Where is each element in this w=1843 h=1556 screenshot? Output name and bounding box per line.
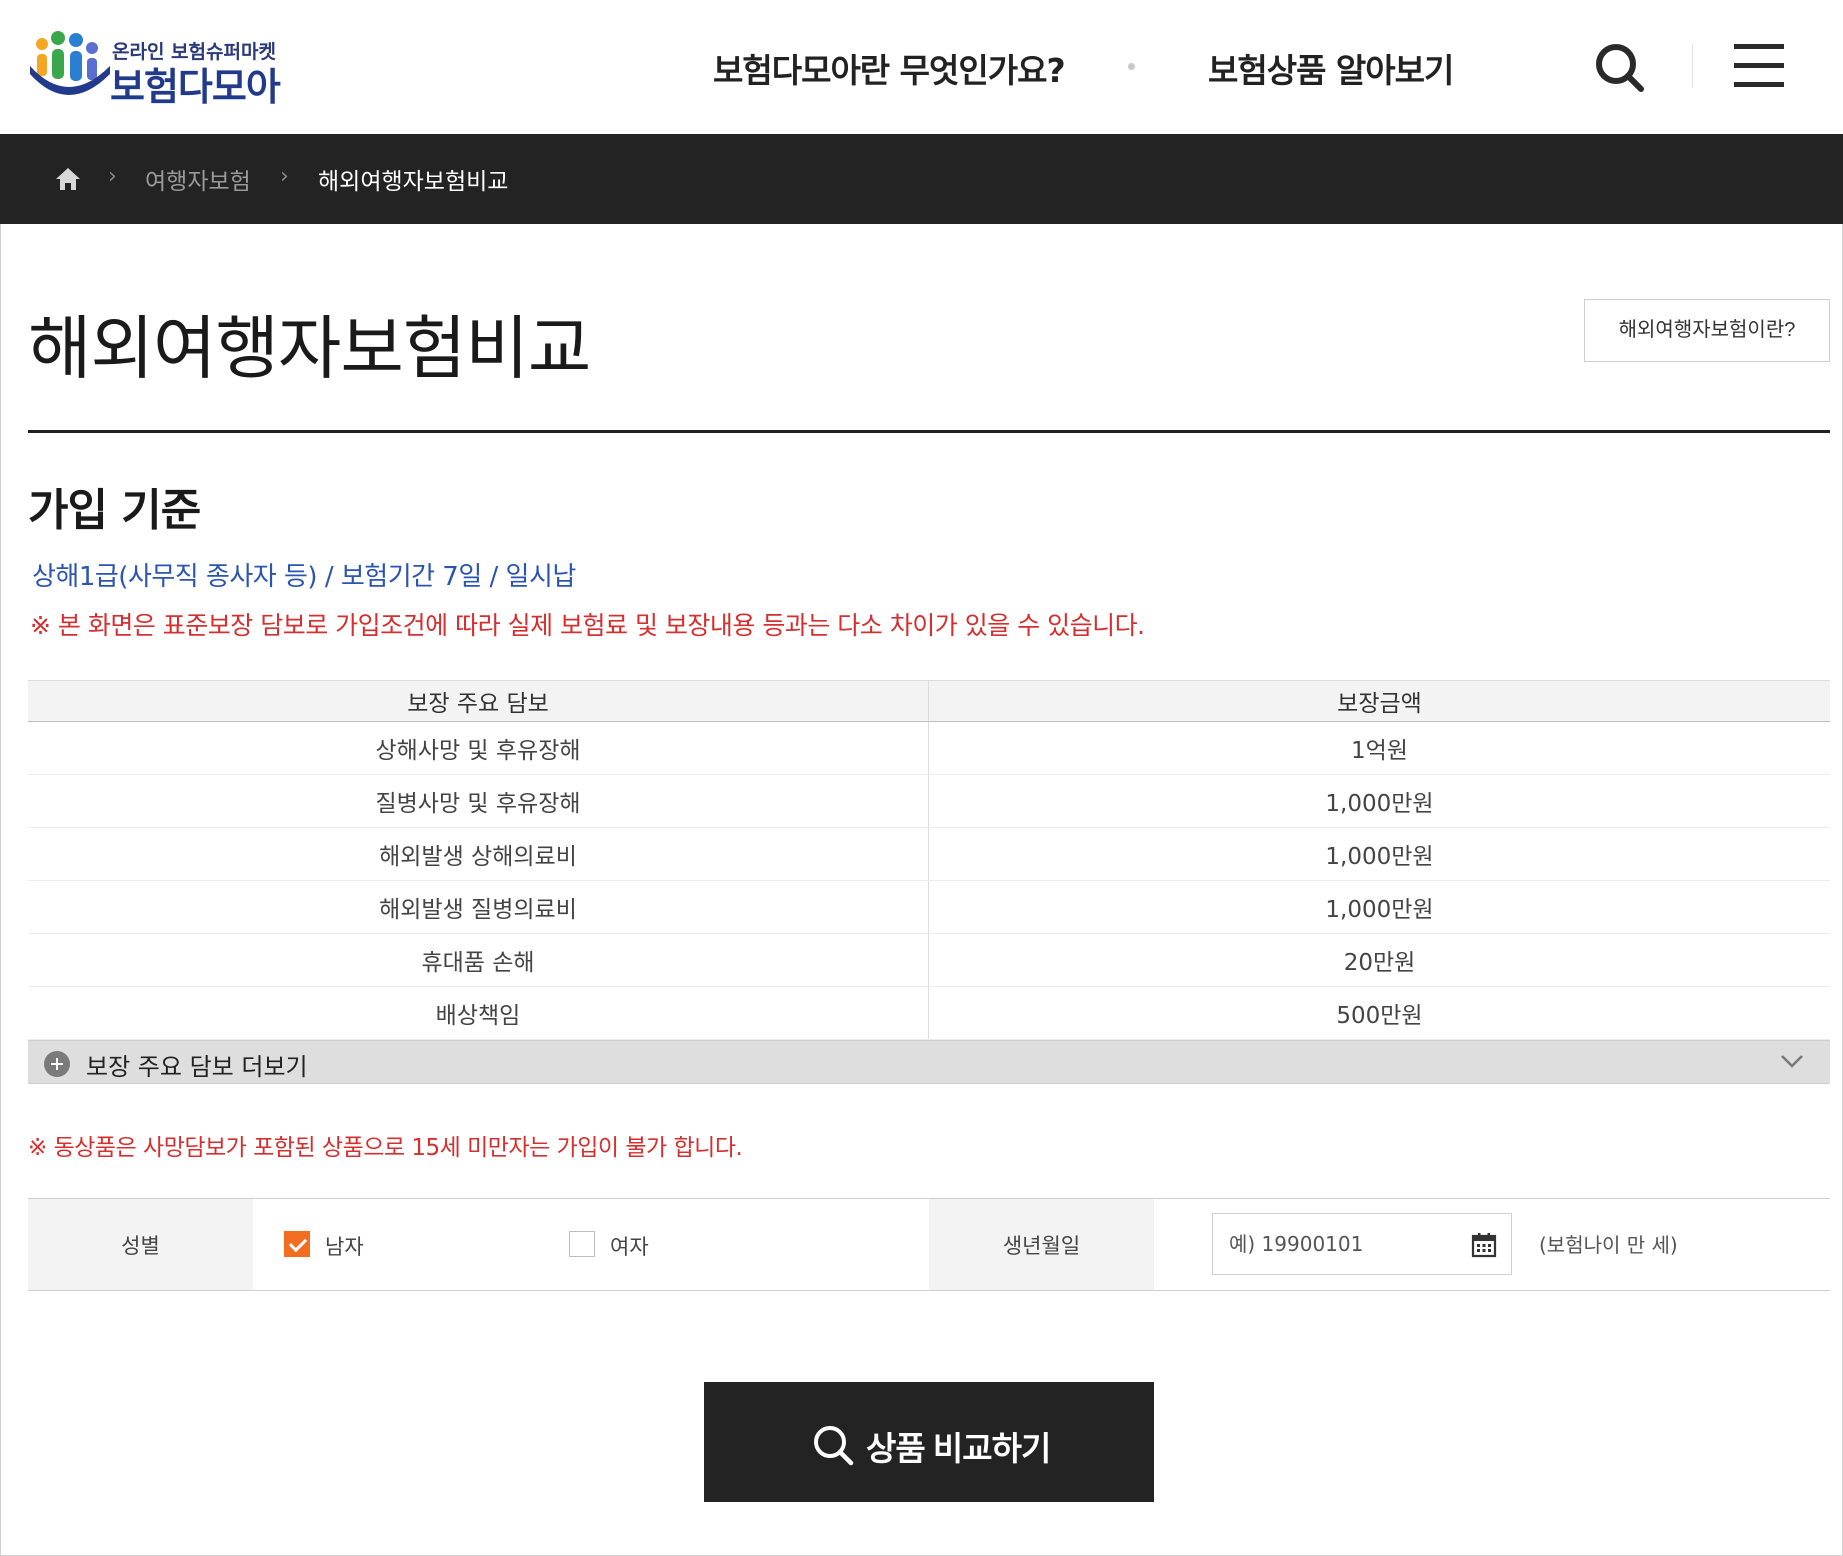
coverage-name: 해외발생 상해의료비 [28, 828, 929, 880]
chevron-down-icon [1781, 1055, 1803, 1068]
header-separator [1692, 44, 1693, 88]
hamburger-icon[interactable] [1734, 44, 1784, 88]
show-more-coverage-toggle[interactable]: 보장 주요 담보 더보기 [28, 1040, 1830, 1084]
coverage-name: 해외발생 질병의료비 [28, 881, 929, 933]
page-title: 해외여행자보험비교 [28, 309, 591, 389]
coverage-amount: 20만원 [1343, 950, 1416, 976]
table-row: 해외발생 상해의료비 1,000만원 [28, 828, 1830, 881]
title-divider [28, 430, 1830, 433]
site-header: 온라인 보험슈퍼마켓 보험다모아 보험다모아란 무엇인가요? 보험상품 알아보기 [0, 0, 1843, 134]
coverage-name: 질병사망 및 후유장해 [28, 775, 929, 827]
coverage-name: 배상책임 [28, 987, 929, 1039]
quote-form: 성별 남자 여자 생년월일 (보험나이 만 세) [28, 1198, 1830, 1291]
birthdate-input[interactable] [1213, 1214, 1459, 1274]
coverage-table: 보장 주요 담보 보장금액 상해사망 및 후유장해 1억원 질병사망 및 후유장… [28, 680, 1830, 1084]
chevron-right-icon: › [280, 164, 289, 189]
coverage-amount: 500만원 [1336, 1003, 1423, 1029]
header-amount: 보장금액 [1337, 691, 1422, 717]
female-checkbox[interactable] [569, 1231, 595, 1257]
birthdate-field[interactable] [1212, 1213, 1512, 1275]
coverage-name: 휴대품 손해 [28, 934, 929, 986]
plus-circle-icon [44, 1051, 70, 1077]
table-row: 질병사망 및 후유장해 1,000만원 [28, 775, 1830, 828]
premium-notice: ※ 본 화면은 표준보장 담보로 가입조건에 따라 실제 보험료 및 보장내용 … [30, 611, 1145, 640]
table-row: 휴대품 손해 20만원 [28, 934, 1830, 987]
gender-label: 성별 [28, 1199, 253, 1290]
nav-products[interactable]: 보험상품 알아보기 [1208, 44, 1454, 92]
coverage-amount: 1,000만원 [1325, 844, 1434, 870]
enrollment-basis: 상해1급(사무직 종사자 등) / 보험기간 7일 / 일시납 [32, 562, 576, 592]
section-title: 가입 기준 [28, 485, 201, 536]
male-label: 남자 [325, 1235, 364, 1259]
coverage-amount: 1억원 [1351, 738, 1408, 764]
header-coverage: 보장 주요 담보 [28, 681, 929, 721]
about-travel-insurance-button[interactable]: 해외여행자보험이란? [1584, 299, 1830, 362]
breadcrumb-travel-insurance[interactable]: 여행자보험 [145, 162, 251, 196]
age-restriction-notice: ※ 동상품은 사망담보가 포함된 상품으로 15세 미만자는 가입이 불가 합니… [28, 1135, 743, 1161]
table-row: 해외발생 질병의료비 1,000만원 [28, 881, 1830, 934]
chevron-right-icon: › [108, 164, 117, 189]
table-row: 상해사망 및 후유장해 1억원 [28, 722, 1830, 775]
search-icon [814, 1426, 854, 1466]
coverage-name: 상해사망 및 후유장해 [28, 722, 929, 774]
logo-people-icon [30, 31, 110, 95]
show-more-label: 보장 주요 담보 더보기 [86, 1053, 308, 1081]
male-checkbox[interactable] [284, 1231, 310, 1257]
birthdate-label: 생년월일 [929, 1199, 1154, 1290]
search-icon[interactable] [1594, 42, 1646, 94]
compare-products-button[interactable]: 상품 비교하기 [704, 1382, 1154, 1502]
table-row: 배상책임 500만원 [28, 987, 1830, 1040]
table-header: 보장 주요 담보 보장금액 [28, 680, 1830, 722]
logo-title: 보험다모아 [110, 65, 281, 109]
breadcrumb: › 여행자보험 › 해외여행자보험비교 [0, 134, 1843, 224]
home-icon[interactable] [54, 166, 82, 192]
calendar-icon[interactable] [1471, 1232, 1497, 1258]
insurance-age-note: (보험나이 만 세) [1539, 1233, 1678, 1257]
coverage-amount: 1,000만원 [1325, 791, 1434, 817]
nav-divider-dot [1128, 63, 1135, 70]
site-logo[interactable]: 온라인 보험슈퍼마켓 보험다모아 [28, 30, 298, 109]
coverage-amount: 1,000만원 [1325, 897, 1434, 923]
compare-button-label: 상품 비교하기 [866, 1430, 1051, 1467]
female-label: 여자 [610, 1235, 649, 1259]
breadcrumb-current: 해외여행자보험비교 [318, 169, 509, 195]
nav-about[interactable]: 보험다모아란 무엇인가요? [713, 44, 1066, 92]
